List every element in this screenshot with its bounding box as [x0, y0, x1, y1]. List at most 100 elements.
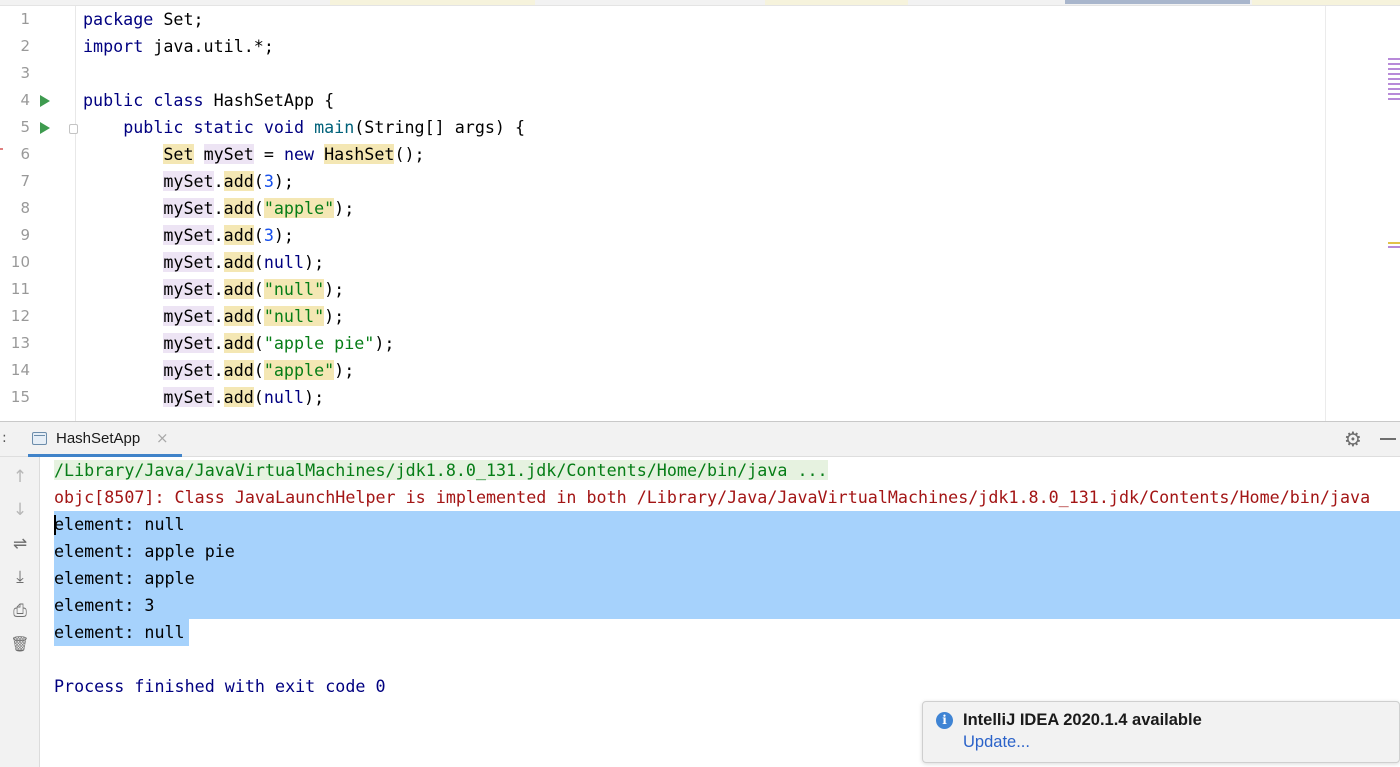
editor-tab-marker: [765, 0, 908, 5]
editor-scrollbar[interactable]: [1380, 6, 1400, 421]
keyword: public static void: [123, 117, 305, 137]
scroll-to-end-icon[interactable]: ⤓: [8, 565, 32, 589]
warning-stripe-mark[interactable]: [1388, 242, 1400, 244]
arrow-up-icon[interactable]: ↑: [8, 465, 32, 489]
error-stripe-mark[interactable]: [1388, 83, 1400, 85]
line-number: 14: [10, 361, 30, 379]
variable-name: mySet: [163, 225, 214, 245]
code-line: mySet.add(null);: [83, 249, 324, 276]
variable-name: mySet: [203, 144, 254, 164]
code-line: mySet.add("apple");: [83, 357, 354, 384]
tool-window-label: :: [2, 430, 7, 446]
code-text: (: [253, 225, 264, 245]
string-literal: "apple": [263, 360, 335, 380]
code-text: .: [213, 306, 224, 326]
console-output-line: element: apple pie: [54, 541, 235, 561]
code-line: mySet.add("apple pie");: [83, 330, 394, 357]
console-output-line: element: null: [54, 514, 185, 534]
code-line: Set mySet = new HashSet();: [83, 141, 425, 168]
error-stripe-mark[interactable]: [1388, 98, 1400, 100]
number-literal: 3: [263, 225, 274, 245]
variable-name: mySet: [163, 198, 214, 218]
error-stripe-mark[interactable]: [1388, 58, 1400, 60]
code-line: mySet.add("null");: [83, 276, 344, 303]
code-line: mySet.add("null");: [83, 303, 344, 330]
code-text: (: [253, 198, 264, 218]
variable-name: mySet: [163, 387, 214, 407]
console-output-line: element: apple: [54, 568, 195, 588]
update-notification: i IntelliJ IDEA 2020.1.4 available Updat…: [922, 701, 1400, 763]
error-stripe-mark[interactable]: [1388, 88, 1400, 90]
code-text: (: [253, 279, 264, 299]
editor-tab-marker: [330, 0, 535, 5]
method-call: add: [223, 387, 254, 407]
command-text: /Library/Java/JavaVirtualMachines/jdk1.8…: [54, 460, 828, 480]
minimize-icon[interactable]: [1380, 438, 1396, 440]
trash-icon[interactable]: 🗑: [8, 632, 32, 656]
error-stripe-mark[interactable]: [1388, 73, 1400, 75]
line-number: 6: [20, 145, 30, 163]
run-main-icon[interactable]: [40, 122, 50, 134]
print-icon[interactable]: ⎙: [8, 599, 32, 623]
line-number: 3: [20, 64, 30, 82]
soft-wrap-icon[interactable]: ⇌: [8, 532, 32, 556]
line-number: 9: [20, 226, 30, 244]
line-number: 10: [10, 253, 30, 271]
code-text: =: [253, 144, 284, 164]
close-icon[interactable]: ×: [156, 429, 169, 447]
code-text: );: [304, 252, 325, 272]
line-number: 7: [20, 172, 30, 190]
active-editor-tab-marker: [1065, 0, 1250, 4]
code-text: );: [273, 171, 294, 191]
code-text: .: [213, 252, 224, 272]
keyword: public class: [83, 90, 204, 110]
code-text: );: [273, 225, 294, 245]
run-tool-window-header: : HashSetApp × ⚙: [0, 421, 1400, 457]
keyword: import: [83, 36, 144, 56]
update-link[interactable]: Update...: [963, 733, 1030, 752]
line-number: 1: [20, 10, 30, 28]
code-line: package Set;: [83, 6, 204, 33]
info-icon: i: [936, 712, 953, 729]
code-area[interactable]: package Set; import java.util.*; public …: [83, 6, 1323, 421]
null-literal: null: [263, 252, 305, 272]
run-class-icon[interactable]: [40, 95, 50, 107]
console-output-line: element: null: [54, 622, 185, 642]
code-text: .: [213, 198, 224, 218]
code-text: .: [213, 171, 224, 191]
tab-hashsetapp[interactable]: HashSetApp ×: [28, 422, 182, 457]
code-line: mySet.add(3);: [83, 168, 294, 195]
code-text: );: [324, 306, 345, 326]
code-editor[interactable]: 1 2 3 4 5 6 7 8 9 10 11 12 13 14 15 pack…: [0, 0, 1400, 421]
gear-icon[interactable]: ⚙: [1344, 428, 1362, 450]
variable-name: mySet: [163, 360, 214, 380]
text-selection: [54, 511, 1400, 619]
keyword: new: [283, 144, 315, 164]
line-number: 5: [20, 118, 30, 136]
notification-title: IntelliJ IDEA 2020.1.4 available: [963, 711, 1202, 729]
method-call: add: [223, 360, 254, 380]
code-text: );: [374, 333, 395, 353]
code-text: );: [304, 387, 325, 407]
code-text: .: [213, 225, 224, 245]
arrow-down-icon[interactable]: ↓: [8, 498, 32, 522]
code-text: HashSetApp {: [203, 90, 335, 110]
method-call: add: [223, 279, 254, 299]
fold-icon[interactable]: [69, 124, 78, 134]
code-text: .: [213, 360, 224, 380]
code-text: );: [334, 360, 355, 380]
line-number: 4: [20, 91, 30, 109]
console-command-line: /Library/Java/JavaVirtualMachines/jdk1.8…: [54, 457, 828, 484]
method-call: add: [223, 225, 254, 245]
error-stripe-mark[interactable]: [1388, 63, 1400, 65]
line-number: 15: [10, 388, 30, 406]
variable-name: mySet: [163, 306, 214, 326]
code-text: .: [213, 279, 224, 299]
error-stripe-mark[interactable]: [1388, 68, 1400, 70]
method-call: add: [223, 171, 254, 191]
error-stripe-mark[interactable]: [1388, 246, 1400, 248]
method-call: add: [223, 333, 254, 353]
error-stripe-mark[interactable]: [1388, 78, 1400, 80]
line-number: 8: [20, 199, 30, 217]
error-stripe-mark[interactable]: [1388, 93, 1400, 95]
